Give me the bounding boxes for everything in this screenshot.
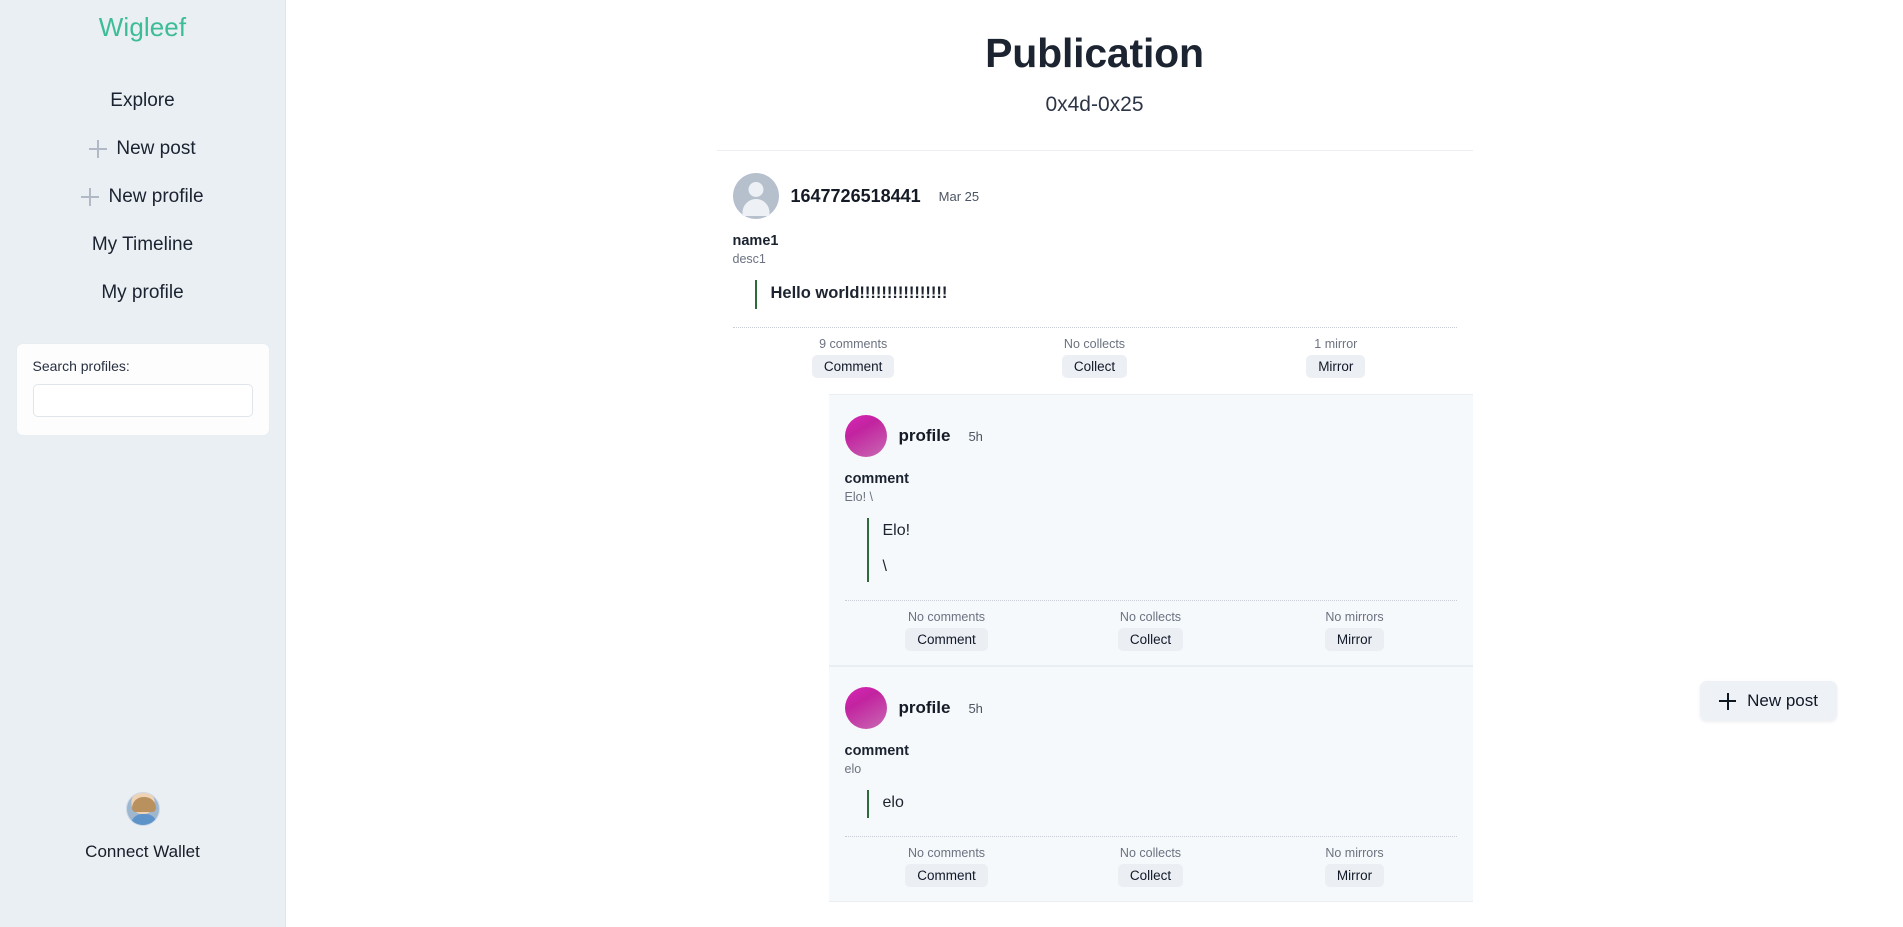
post-timestamp: Mar 25 (938, 188, 980, 204)
main-content: Publication 0x4d-0x25 1647726518441 Mar … (286, 0, 1903, 927)
gradient-avatar-icon[interactable] (844, 415, 887, 457)
comment-header: profile 5h (844, 415, 1457, 457)
comment-body: elo (866, 790, 1457, 818)
new-post-floating-label: New post (1747, 691, 1818, 710)
post-collect-button[interactable]: Collect (1061, 355, 1128, 378)
comment-item: profile 5h comment elo elo No comments C… (828, 666, 1473, 902)
sidebar-item-my-timeline[interactable]: My Timeline (0, 221, 285, 269)
post-stat-mirrors: 1 mirror Mirror (1215, 337, 1456, 378)
app-logo[interactable]: Wigleef (99, 12, 186, 43)
default-user-avatar-icon[interactable] (732, 173, 779, 219)
search-profiles-label: Search profiles: (32, 358, 130, 374)
sidebar-item-label: New post (116, 138, 196, 159)
sidebar-item-label: My Timeline (91, 234, 194, 255)
connect-wallet-button[interactable]: Connect Wallet (0, 792, 285, 862)
post-mirror-count: 1 mirror (1314, 337, 1358, 351)
publication-feed: 1647726518441 Mar 25 name1 desc1 Hello w… (716, 150, 1473, 902)
comment-item: profile 5h comment Elo! \ Elo! \ No comm… (828, 394, 1473, 666)
post-profile-desc: desc1 (732, 252, 766, 266)
comment-stat-collects: No collects Collect (1049, 610, 1253, 651)
comment-body-line: \ (882, 558, 887, 575)
comment-collect-count: No collects (1119, 846, 1182, 860)
plus-icon (81, 188, 100, 206)
search-profiles-input[interactable] (32, 384, 253, 417)
comment-mirror-count: No mirrors (1325, 846, 1384, 860)
post-stats-bar: 9 comments Comment No collects Collect 1… (733, 328, 1457, 394)
post-stat-collects: No collects Collect (974, 337, 1215, 378)
comment-mirror-count: No mirrors (1325, 610, 1384, 624)
post-profile-name: name1 (732, 233, 779, 249)
comment-comment-button[interactable]: Comment (905, 864, 988, 887)
comment-body-line: Elo! (882, 522, 911, 539)
plus-icon (89, 140, 108, 158)
comment-author-handle[interactable]: profile (899, 426, 951, 446)
sidebar-item-label: My profile (101, 282, 184, 303)
gradient-avatar-icon[interactable] (844, 687, 887, 729)
comment-stat-mirrors: No mirrors Mirror (1253, 846, 1457, 887)
publication-id: 0x4d-0x25 (1045, 93, 1144, 116)
post-stat-comments: 9 comments Comment (733, 337, 974, 378)
comment-stats-bar: No comments Comment No collects Collect … (845, 837, 1457, 901)
comment-timestamp: 5h (968, 700, 983, 716)
comment-mirror-button[interactable]: Mirror (1324, 864, 1385, 887)
post-author-handle[interactable]: 1647726518441 (791, 186, 921, 207)
comment-header: profile 5h (844, 687, 1457, 729)
user-avatar-icon (125, 792, 160, 826)
post-comment-count: 9 comments (819, 337, 888, 351)
comment-stat-comments: No comments Comment (845, 610, 1049, 651)
comment-profile-name: comment (844, 471, 909, 487)
plus-icon (1719, 692, 1737, 710)
post-comment-button[interactable]: Comment (811, 355, 895, 378)
post-body: Hello world!!!!!!!!!!!!!!!! (754, 280, 1457, 309)
comment-timestamp: 5h (968, 428, 983, 444)
sidebar-item-label: New profile (108, 186, 204, 207)
page-header: Publication 0x4d-0x25 (286, 0, 1903, 117)
comment-collect-button[interactable]: Collect (1117, 628, 1184, 651)
comment-collect-count: No collects (1119, 610, 1182, 624)
comment-mirror-button[interactable]: Mirror (1324, 628, 1385, 651)
post-collect-count: No collects (1063, 337, 1126, 351)
post-header: 1647726518441 Mar 25 (732, 173, 1457, 219)
new-post-floating-button[interactable]: New post (1700, 681, 1837, 721)
comment-author-handle[interactable]: profile (899, 698, 951, 718)
sidebar-item-label: Explore (110, 90, 175, 111)
comment-body-line: elo (882, 794, 904, 811)
sidebar-item-new-post[interactable]: New post (0, 125, 285, 173)
sidebar-item-explore[interactable]: Explore (0, 77, 285, 125)
publication-post: 1647726518441 Mar 25 name1 desc1 Hello w… (716, 150, 1473, 394)
comment-comment-button[interactable]: Comment (905, 628, 988, 651)
app-root: Wigleef Explore New post New profile My … (0, 0, 1903, 927)
comment-comment-count: No comments (907, 846, 986, 860)
sidebar-item-new-profile[interactable]: New profile (0, 173, 285, 221)
comment-stat-collects: No collects Collect (1049, 846, 1253, 887)
post-mirror-button[interactable]: Mirror (1306, 355, 1366, 378)
comment-profile-desc: elo (844, 762, 862, 776)
comment-stat-comments: No comments Comment (845, 846, 1049, 887)
sidebar-nav: Explore New post New profile My Timeline… (0, 77, 285, 317)
search-profiles-card: Search profiles: (15, 343, 270, 436)
sidebar: Wigleef Explore New post New profile My … (0, 0, 286, 927)
connect-wallet-label: Connect Wallet (85, 842, 200, 861)
comment-stat-mirrors: No mirrors Mirror (1253, 610, 1457, 651)
comment-comment-count: No comments (907, 610, 986, 624)
comment-profile-name: comment (844, 743, 909, 759)
comment-collect-button[interactable]: Collect (1117, 864, 1184, 887)
comment-stats-bar: No comments Comment No collects Collect … (845, 601, 1457, 665)
comment-profile-desc: Elo! \ (844, 490, 874, 504)
page-title: Publication (985, 30, 1204, 76)
comment-body: Elo! \ (866, 518, 1457, 582)
sidebar-item-my-profile[interactable]: My profile (0, 269, 285, 317)
post-body-line: Hello world!!!!!!!!!!!!!!!! (770, 284, 948, 302)
